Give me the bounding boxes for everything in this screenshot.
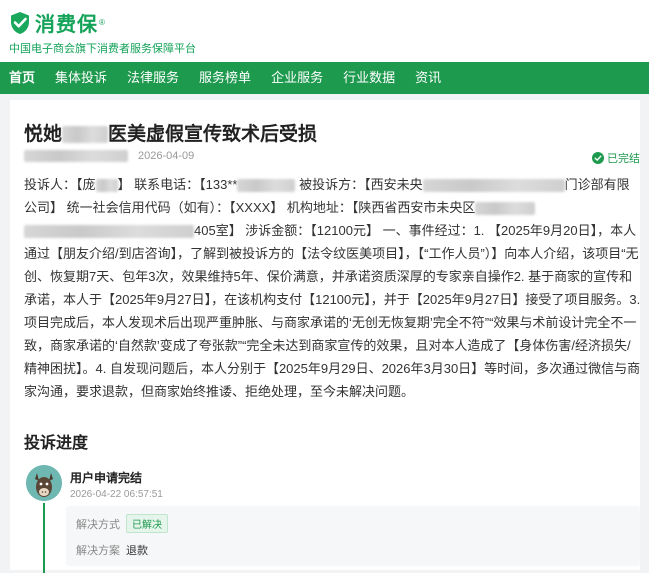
- progress-section-title: 投诉进度: [24, 433, 89, 452]
- redacted-text: [95, 179, 118, 193]
- status-badge: 已完结: [592, 150, 640, 166]
- site-header: 消费保 ® 中国电子商会旗下消费者服务保障平台: [0, 0, 649, 62]
- shield-check-logo-icon: [11, 11, 29, 34]
- redacted-text: [237, 179, 296, 193]
- timeline-step-title: 用户申请完结: [70, 471, 143, 485]
- main-nav: 首页 集体投诉 法律服务 服务榜单 企业服务 行业数据 资讯: [0, 62, 649, 94]
- nav-item-enterprise-service[interactable]: 企业服务: [261, 62, 333, 94]
- resolved-tag: 已解决: [126, 514, 168, 533]
- body-seg-2: 】 联系电话：【133**: [117, 177, 238, 192]
- redacted-text: [62, 126, 109, 143]
- avatar: [26, 465, 62, 501]
- body-seg-3: 被投诉方：【西安未央: [299, 177, 423, 192]
- nav-item-collective-complaint[interactable]: 集体投诉: [45, 62, 117, 94]
- brand-slogan: 中国电子商会旗下消费者服务保障平台: [9, 43, 196, 55]
- title-suffix: 医美虚假宣传致术后受损: [108, 123, 318, 145]
- complaint-date: 2026-04-09: [138, 150, 195, 162]
- redacted-text: [422, 179, 565, 193]
- nav-item-service-ranking[interactable]: 服务榜单: [189, 62, 261, 94]
- nav-item-news[interactable]: 资讯: [405, 62, 451, 94]
- resolution-method-label: 解决方式: [76, 518, 120, 531]
- complaint-meta: 2026-04-09: [24, 150, 194, 162]
- status-text: 已完结: [607, 153, 640, 165]
- resolution-plan-value: 退款: [126, 545, 148, 557]
- resolution-details: 解决方式 已解决 解决方案 退款: [66, 506, 640, 566]
- redacted-username: [24, 150, 128, 162]
- timeline-step-time: 2026-04-22 06:57:51: [70, 489, 163, 500]
- nav-item-home[interactable]: 首页: [0, 62, 45, 94]
- resolution-method-row: 解决方式 已解决: [76, 514, 168, 533]
- redacted-text: [24, 225, 194, 239]
- check-circle-icon: [592, 152, 604, 164]
- resolution-plan-label: 解决方案: [76, 545, 120, 557]
- body-seg-1: 投诉人：【庞: [24, 177, 96, 192]
- title-prefix: 悦她: [24, 123, 63, 145]
- body-seg-5: 405室】 涉诉金额：【12100元】 一、事件经过：1. 【2025年9月20…: [24, 223, 641, 399]
- brand-name: 消费保: [35, 12, 98, 36]
- mascot-avatar-icon: [26, 465, 62, 501]
- redacted-text: [475, 202, 536, 216]
- timeline-line: [43, 503, 45, 573]
- complaint-title: 悦她 医美虚假宣传致术后受损: [24, 119, 317, 146]
- site-logo[interactable]: 消费保 ®: [8, 8, 105, 37]
- registered-mark: ®: [99, 18, 105, 27]
- nav-item-industry-data[interactable]: 行业数据: [333, 62, 405, 94]
- complaint-body: 投诉人：【庞】 联系电话：【133** 被投诉方：【西安未央 门诊部有限公司】 统…: [24, 173, 642, 403]
- resolution-plan-row: 解决方案 退款: [76, 542, 148, 558]
- nav-item-legal-service[interactable]: 法律服务: [117, 62, 189, 94]
